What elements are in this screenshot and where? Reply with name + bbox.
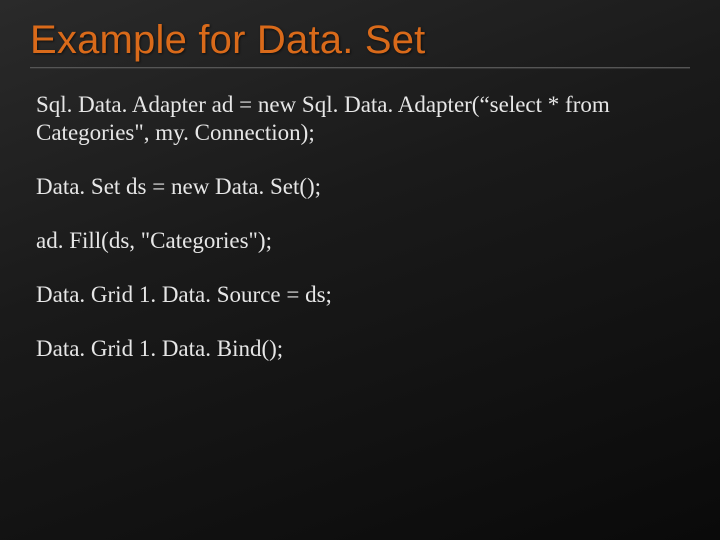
title-divider bbox=[30, 67, 690, 69]
slide-title: Example for Data. Set bbox=[30, 18, 690, 63]
code-line-3: ad. Fill(ds, "Categories"); bbox=[36, 227, 690, 255]
code-line-2: Data. Set ds = new Data. Set(); bbox=[36, 173, 690, 201]
code-line-5: Data. Grid 1. Data. Bind(); bbox=[36, 335, 690, 363]
code-line-1: Sql. Data. Adapter ad = new Sql. Data. A… bbox=[36, 91, 690, 147]
code-line-4: Data. Grid 1. Data. Source = ds; bbox=[36, 281, 690, 309]
slide-body: Sql. Data. Adapter ad = new Sql. Data. A… bbox=[30, 91, 690, 363]
slide: Example for Data. Set Sql. Data. Adapter… bbox=[0, 0, 720, 540]
